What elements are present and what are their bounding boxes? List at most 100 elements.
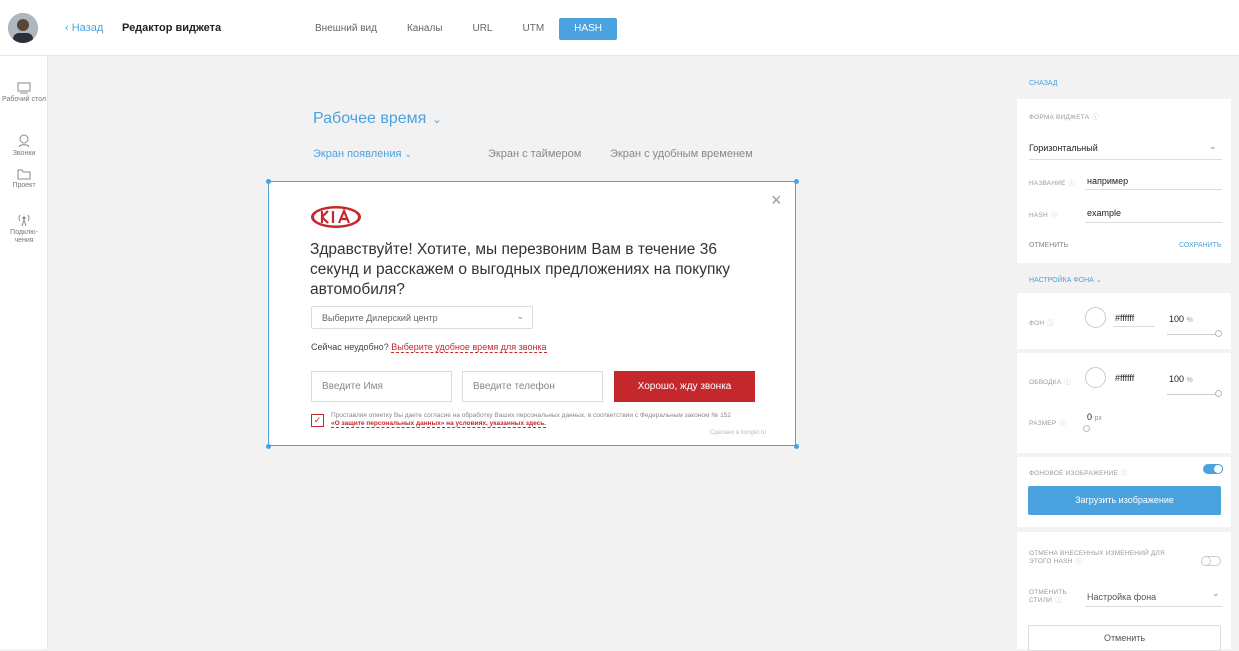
consent-text: Проставляя отметку Вы даете согласие на … — [331, 412, 741, 428]
desktop-icon — [17, 82, 31, 94]
check-icon: ✓ — [313, 415, 322, 425]
revert-styles-label: ОТМЕНИТЬ СТИЛИ ⓘ — [1029, 589, 1067, 604]
help-icon: ⓘ — [1068, 180, 1076, 187]
chevron-down-icon: ⌄ — [516, 311, 524, 321]
tab-bar: Внешний вид Каналы URL UTM HASH — [300, 18, 617, 40]
bg-image-label: ФОНОВОЕ ИЗОБРАЖЕНИЕ ⓘ — [1029, 470, 1128, 477]
screen-tab-appear[interactable]: Экран появления ⌄ — [313, 148, 412, 160]
close-icon[interactable]: × — [771, 191, 782, 209]
help-icon: ⓘ — [1064, 379, 1071, 386]
back-link[interactable]: ‹ Назад — [65, 22, 103, 34]
chevron-down-icon: ⌄ — [404, 149, 413, 159]
slider-knob[interactable] — [1215, 330, 1222, 337]
slider-knob[interactable] — [1083, 425, 1090, 432]
border-card: ОБВОДКА ⓘ #ffffff 100 % РАЗМЕР ⓘ 0 px — [1017, 353, 1231, 453]
back-label: Назад — [71, 22, 104, 34]
tab-hash[interactable]: HASH — [559, 18, 617, 40]
bg-color-swatch[interactable] — [1085, 307, 1106, 328]
screen-tab-timer[interactable]: Экран с таймером — [488, 148, 581, 160]
kia-logo — [310, 205, 362, 229]
upload-image-button[interactable]: Загрузить изображение — [1028, 486, 1221, 515]
bg-image-toggle[interactable] — [1203, 464, 1223, 474]
toggle-knob — [1213, 464, 1223, 474]
tab-channels[interactable]: Каналы — [392, 18, 458, 40]
bg-label: ФОН ⓘ — [1029, 320, 1054, 327]
consent-body: Проставляя отметку Вы даете согласие на … — [331, 412, 731, 419]
inconvenient-prefix: Сейчас неудобно? — [311, 342, 389, 352]
call-me-button[interactable]: Хорошо, жду звонка — [614, 371, 755, 402]
dealer-select[interactable]: Выберите Дилерский центр ⌄ — [311, 306, 533, 329]
bg-color-value[interactable]: #ffffff — [1115, 313, 1134, 323]
save-link[interactable]: СОХРАНИТЬ — [1179, 242, 1222, 249]
sidebar-item-label: Звонки — [12, 150, 36, 157]
choose-time-link[interactable]: Выберите удобное время для звонка — [391, 342, 547, 353]
help-icon: ⓘ — [1059, 420, 1067, 427]
cancel-link[interactable]: ОТМЕНИТЬ — [1029, 242, 1068, 249]
antenna-icon — [18, 214, 30, 227]
chevron-left-icon: ‹ — [65, 22, 69, 34]
bg-settings-row[interactable]: НАСТРОЙКА ФОНА ⌄ — [1017, 267, 1231, 289]
tab-appearance[interactable]: Внешний вид — [300, 18, 392, 40]
sidebar-item-label: Подклю-чения — [10, 229, 38, 244]
border-color-value[interactable]: #ffffff — [1115, 373, 1134, 383]
sidebar-item-desktop[interactable]: Рабочий стол — [0, 82, 48, 104]
size-value[interactable]: 0 px — [1087, 412, 1102, 422]
user-avatar-icon — [8, 13, 38, 43]
form-select[interactable]: Горизонтальный — [1029, 143, 1098, 153]
help-icon: ⓘ — [1055, 597, 1062, 604]
revert-card: ОТМЕНА ВНЕСЕННЫХ ИЗМЕНЕНИЙ ДЛЯ ЭТОГО HAS… — [1017, 532, 1231, 651]
divider — [1085, 189, 1222, 190]
phone-input[interactable]: Введите телефон — [462, 371, 603, 402]
sidebar-item-project[interactable]: Проект — [0, 168, 48, 190]
avatar[interactable] — [8, 13, 38, 43]
revert-label: ОТМЕНА ВНЕСЕННЫХ ИЗМЕНЕНИЙ ДЛЯ ЭТОГО HAS… — [1029, 550, 1165, 565]
bg-opacity[interactable]: 100 % — [1169, 314, 1193, 324]
resize-handle[interactable] — [266, 179, 271, 184]
form-label: ФОРМА ВИДЖЕТА ⓘ — [1029, 114, 1099, 121]
bg-settings-label: НАСТРОЙКА ФОНА ⌄ — [1029, 277, 1102, 284]
revert-styles-select[interactable]: Настройка фона — [1087, 592, 1156, 602]
name-input[interactable]: Введите Имя — [311, 371, 452, 402]
size-label: РАЗМЕР ⓘ — [1029, 420, 1067, 427]
inconvenient-line: Сейчас неудобно? Выберите удобное время … — [311, 342, 547, 353]
kia-logo-icon — [311, 206, 361, 228]
tab-utm[interactable]: UTM — [508, 18, 560, 40]
border-opacity-slider[interactable] — [1167, 394, 1219, 395]
border-color-swatch[interactable] — [1085, 367, 1106, 388]
help-icon: ⓘ — [1050, 212, 1058, 219]
consent-link[interactable]: «О защите персональных данных» на услови… — [331, 420, 547, 428]
bg-opacity-slider[interactable] — [1167, 334, 1219, 335]
hash-field[interactable]: example — [1087, 208, 1121, 218]
chevron-down-icon: ⌄ — [1209, 141, 1217, 151]
panel-back-row: СНАЗАД — [1017, 71, 1231, 91]
resize-handle[interactable] — [794, 179, 799, 184]
consent-checkbox[interactable]: ✓ — [311, 414, 324, 427]
work-time-label: Рабочее время — [313, 110, 427, 127]
slider-knob[interactable] — [1215, 390, 1222, 397]
screen-tab-convenient-time[interactable]: Экран с удобным временем — [610, 148, 753, 160]
sidebar-item-connections[interactable]: Подклю-чения — [0, 213, 48, 245]
top-bar: ‹ Назад Редактор виджета Внешний вид Кан… — [0, 0, 1239, 56]
divider — [1113, 326, 1155, 327]
name-label: НАЗВАНИЕ ⓘ — [1029, 180, 1076, 187]
resize-handle[interactable] — [266, 444, 271, 449]
name-field[interactable]: например — [1087, 176, 1128, 186]
border-opacity[interactable]: 100 % — [1169, 374, 1193, 384]
sidebar-item-calls[interactable]: Звонки — [0, 134, 48, 158]
chevron-down-icon: ⌄ — [1095, 277, 1102, 284]
resize-handle[interactable] — [794, 444, 799, 449]
sidebar: Рабочий стол Звонки Проект Подклю-чения — [0, 56, 48, 649]
settings-panel: СНАЗАД ФОРМА ВИДЖЕТА ⓘ Горизонтальный ⌄ Н… — [1017, 71, 1231, 651]
sidebar-item-label: Рабочий стол — [2, 96, 46, 103]
revert-button[interactable]: Отменить — [1028, 625, 1221, 651]
chevron-down-icon: ⌄ — [1212, 588, 1220, 598]
panel-back-link[interactable]: СНАЗАД — [1029, 80, 1058, 87]
chevron-down-icon: ⌄ — [432, 114, 442, 126]
tab-url[interactable]: URL — [457, 18, 507, 40]
revert-toggle[interactable] — [1201, 556, 1221, 566]
background-card: ФОН ⓘ #ffffff 100 % — [1017, 293, 1231, 349]
work-time-dropdown[interactable]: Рабочее время ⌄ — [313, 110, 442, 128]
help-icon: ⓘ — [1047, 320, 1054, 327]
dealer-placeholder: Выберите Дилерский центр — [322, 313, 438, 323]
border-label: ОБВОДКА ⓘ — [1029, 379, 1071, 386]
